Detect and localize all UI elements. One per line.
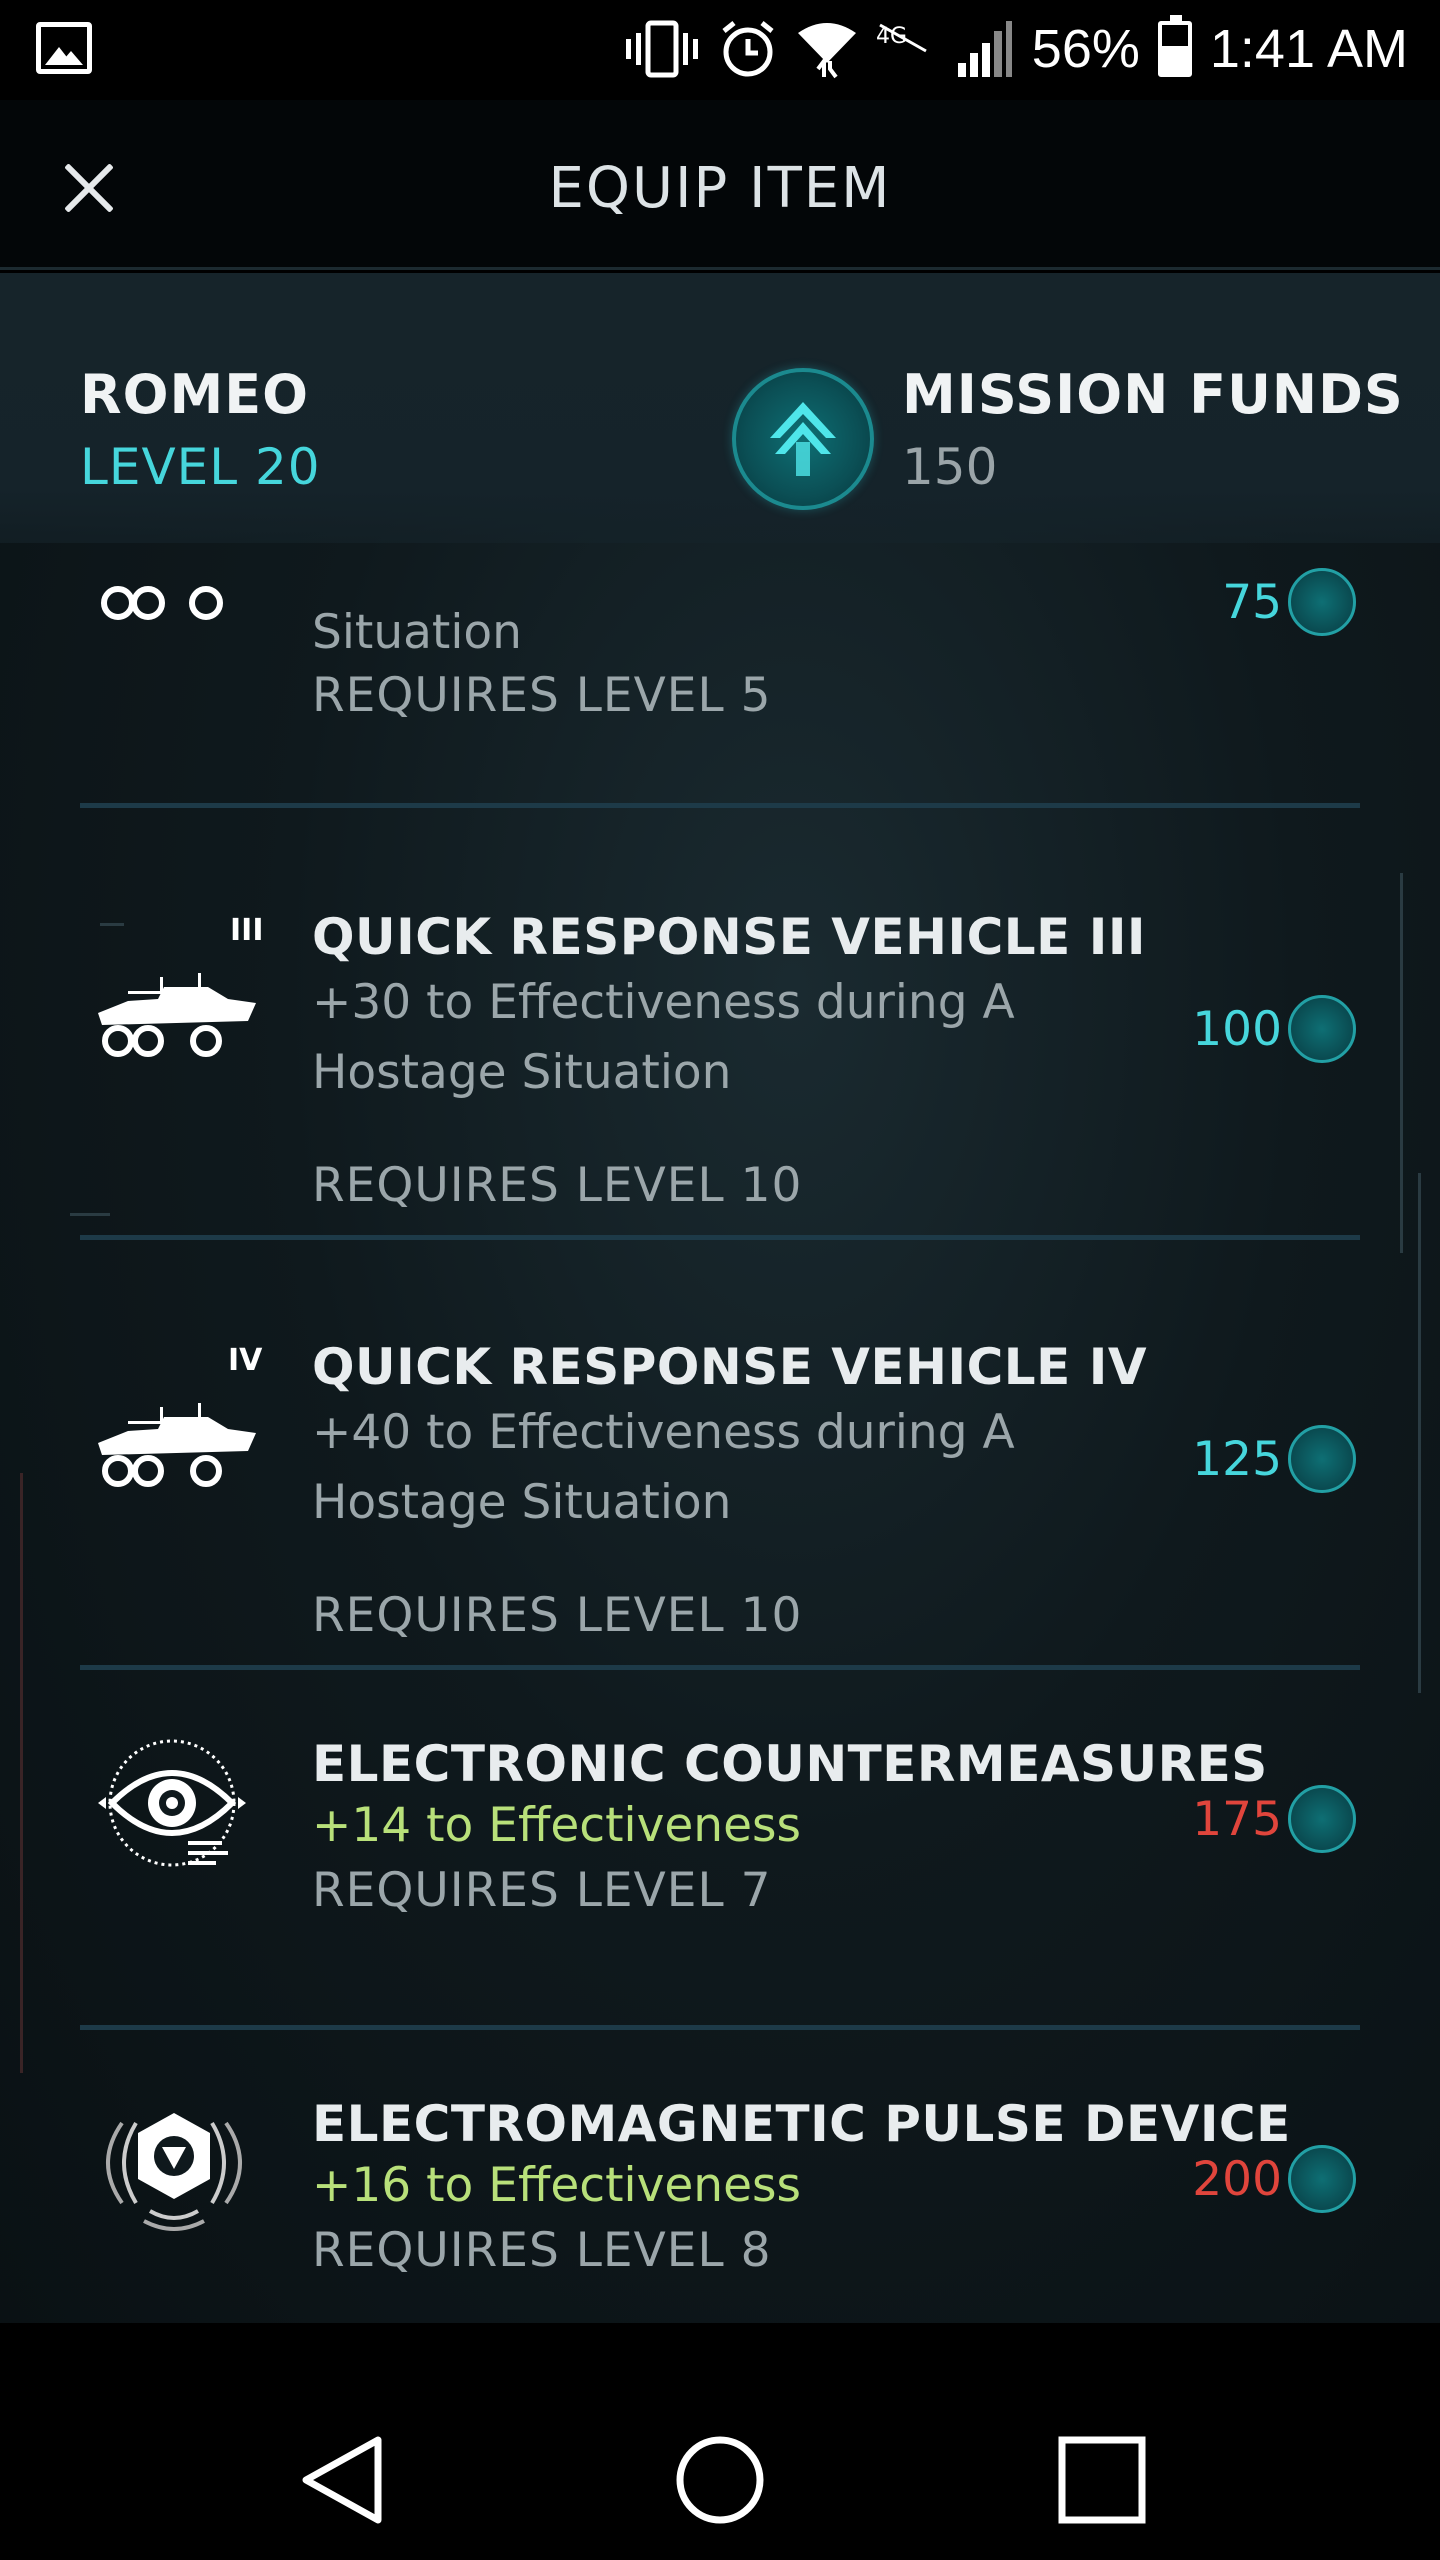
cost-value: 125 <box>1192 1431 1282 1487</box>
battery-icon <box>1157 15 1192 77</box>
item-requirement: REQUIRES LEVEL 10 <box>312 1588 803 1643</box>
item-title: QUICK RESPONSE VEHICLE IV <box>312 1338 1148 1396</box>
item-description: +14 to Effectiveness <box>312 1798 801 1853</box>
recents-icon[interactable] <box>1052 2430 1152 2530</box>
agent-name: ROMEO <box>80 363 310 426</box>
cost-value: 175 <box>1192 1791 1282 1847</box>
list-item[interactable]: IV QUICK RESPONSE VEHICLE IV +40 to Effe… <box>0 1243 1440 1663</box>
status-bar: 4G 56% 1:41 AM <box>0 0 1440 100</box>
back-icon[interactable] <box>292 2430 392 2530</box>
list-item[interactable]: ELECTRONIC COUNTERMEASURES +14 to Effect… <box>0 1673 1440 2033</box>
mission-funds-icon <box>1288 568 1356 636</box>
item-title: ELECTROMAGNETIC PULSE DEVICE <box>312 2095 1291 2153</box>
mission-funds-icon <box>1288 1425 1356 1493</box>
list-item[interactable]: III QUICK RESPONSE VEHICLE III +30 to Ef… <box>0 813 1440 1233</box>
clock: 1:41 AM <box>1209 19 1408 79</box>
home-icon[interactable] <box>670 2430 770 2530</box>
mission-funds-icon <box>1288 2145 1356 2213</box>
item-requirement: REQUIRES LEVEL 7 <box>312 1863 772 1918</box>
mission-funds-icon <box>1288 1785 1356 1853</box>
navigation-bar <box>0 2390 1440 2560</box>
item-title: ELECTRONIC COUNTERMEASURES <box>312 1735 1268 1793</box>
signal-icon <box>957 21 1012 77</box>
item-cost: 75 <box>1222 568 1356 636</box>
content-area[interactable]: ROMEO LEVEL 20 MISSION FUNDS 150 Situati… <box>0 273 1440 2323</box>
item-description: +30 to Effectiveness during A Hostage Si… <box>312 975 1015 1100</box>
profile-summary: ROMEO LEVEL 20 MISSION FUNDS 150 <box>0 273 1440 543</box>
network-4g-icon: 4G <box>876 23 927 53</box>
header: EQUIP ITEM <box>0 100 1440 270</box>
item-description: +16 to Effectiveness <box>312 2158 801 2213</box>
item-description: Situation <box>312 605 522 660</box>
gallery-notification-icon <box>36 22 92 74</box>
tier-badge: IV <box>228 1343 263 1378</box>
item-title: QUICK RESPONSE VEHICLE III <box>312 908 1147 966</box>
cost-value: 200 <box>1192 2151 1282 2207</box>
vibrate-icon <box>625 20 698 78</box>
pulse-device-icon <box>106 2113 242 2231</box>
list-item[interactable]: ELECTROMAGNETIC PULSE DEVICE +16 to Effe… <box>0 2033 1440 2323</box>
cost-value: 100 <box>1192 1001 1282 1057</box>
item-cost: 200 <box>1192 2145 1356 2213</box>
item-requirement: REQUIRES LEVEL 10 <box>312 1158 803 1213</box>
divider <box>80 803 1360 808</box>
mission-funds-value: 150 <box>902 438 998 496</box>
cost-value: 75 <box>1222 574 1282 630</box>
divider <box>80 1235 1360 1240</box>
item-cost: 175 <box>1192 1785 1356 1853</box>
agent-level: LEVEL 20 <box>80 438 321 496</box>
mission-funds-label: MISSION FUNDS <box>902 363 1404 426</box>
vehicle-icon <box>98 1403 256 1487</box>
tier-badge: III <box>230 913 264 948</box>
page-title: EQUIP ITEM <box>548 156 892 221</box>
item-requirement: REQUIRES LEVEL 8 <box>312 2223 772 2278</box>
vehicle-icon <box>98 973 256 1057</box>
divider <box>80 2025 1360 2030</box>
status-icons: 4G 56% 1:41 AM <box>624 14 1408 84</box>
item-cost: 100 <box>1192 995 1356 1063</box>
mission-funds-icon <box>1288 995 1356 1063</box>
item-description: +40 to Effectiveness during A Hostage Si… <box>312 1405 1015 1530</box>
battery-percent: 56% <box>1031 19 1140 79</box>
item-cost: 125 <box>1192 1425 1356 1493</box>
item-requirement: REQUIRES LEVEL 5 <box>312 668 772 723</box>
divider <box>80 1665 1360 1670</box>
mission-funds-icon <box>732 368 874 510</box>
alarm-icon <box>722 21 774 77</box>
eye-icon <box>98 1739 246 1867</box>
wifi-icon <box>797 23 856 79</box>
